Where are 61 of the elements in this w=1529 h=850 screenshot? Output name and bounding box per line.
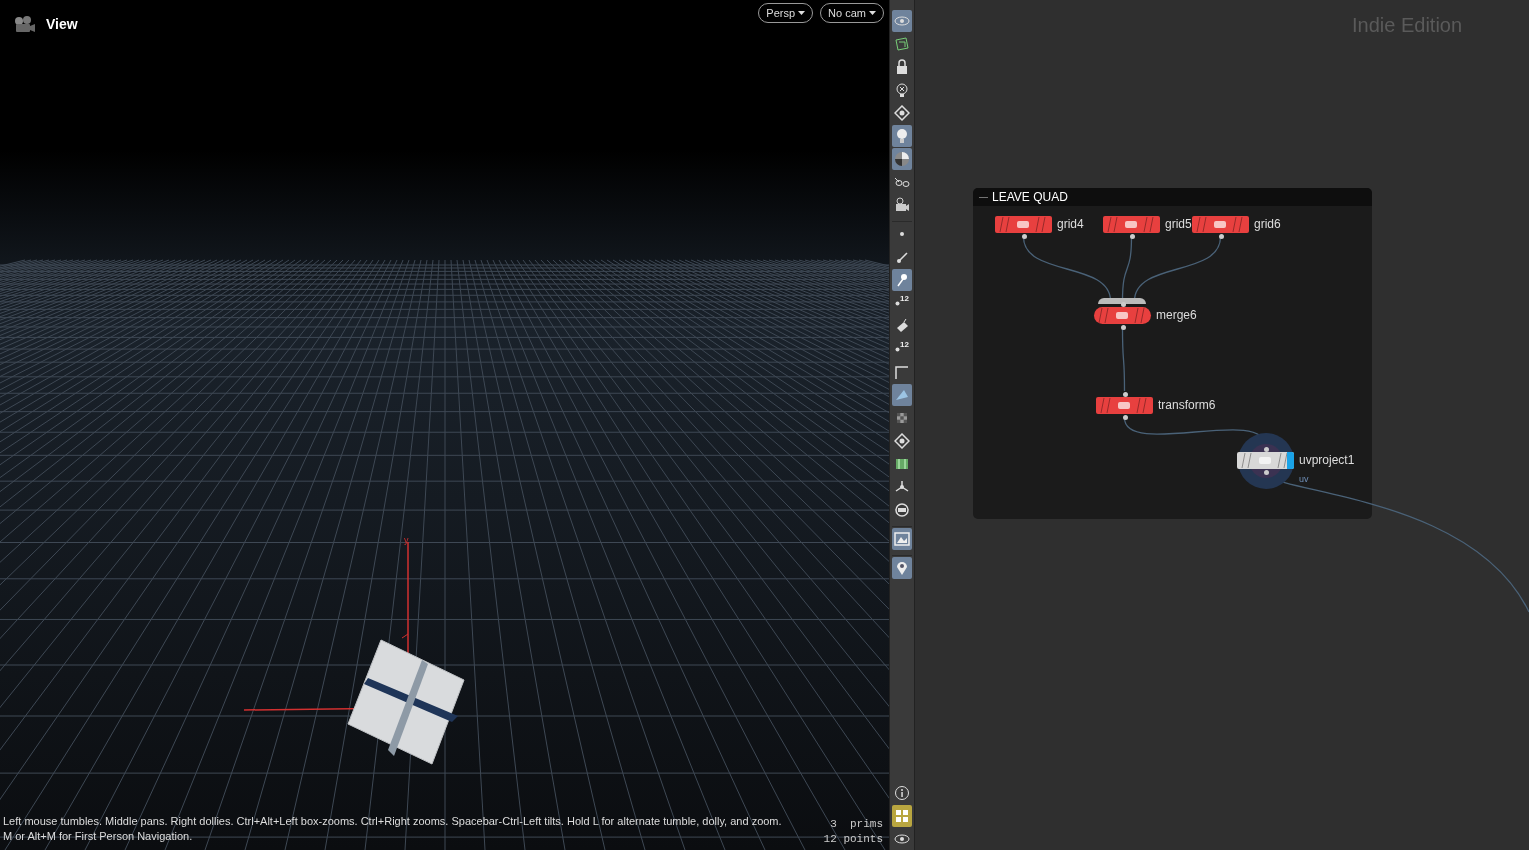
lock-icon: [894, 59, 910, 75]
network-node[interactable]: [1192, 216, 1249, 233]
diamond-button[interactable]: [892, 430, 912, 452]
view-menu[interactable]: No cam: [820, 3, 884, 23]
camera-icon: [894, 197, 910, 213]
view-menu[interactable]: Persp: [758, 3, 814, 23]
grid-button[interactable]: [892, 805, 912, 827]
location-marker-icon: [894, 560, 910, 576]
corner-icon: [894, 364, 910, 380]
navigation-hint: Left mouse tumbles. Middle pans. Right dollies. Ctrl+Alt+Left box-zooms. Ctrl+Right zooms. Spacebar-Ctrl-Left tilts. Hold L for alternate tumble, dolly, and zoom. M or Alt+M for First Person Navigation.: [3, 814, 783, 844]
point-icon: [895, 300, 901, 306]
network-node[interactable]: [1103, 216, 1160, 233]
shaded-sphere-button[interactable]: [892, 148, 912, 170]
node-label: merge6: [1156, 309, 1197, 321]
network-node[interactable]: [1094, 307, 1151, 324]
node-label: grid6: [1254, 218, 1281, 230]
node-label: transform6: [1158, 399, 1216, 411]
geometry-stat: 12 points: [823, 832, 883, 847]
bulb-icon: [894, 128, 910, 144]
normal-icon: [894, 249, 910, 265]
wire: [1121, 327, 1126, 392]
node-label: uvproject1: [1299, 454, 1355, 466]
node-label: grid5: [1165, 218, 1192, 230]
info-icon: [894, 785, 910, 801]
caret-icon: [798, 11, 806, 15]
bulb-button[interactable]: [892, 125, 912, 147]
grid-icon: [894, 808, 910, 824]
network-node[interactable]: [1096, 397, 1153, 414]
geometry-stat: 3 prims: [830, 817, 883, 832]
numbered-points-button[interactable]: 12: [892, 338, 912, 360]
wireframe-icon: [894, 36, 910, 52]
point-icon: [895, 346, 901, 352]
eye-icon: [894, 831, 910, 847]
picture-button[interactable]: [892, 528, 912, 550]
network-node[interactable]: [1237, 452, 1294, 469]
viewport-title: View: [46, 15, 78, 34]
multi-input-bar: [1098, 298, 1146, 304]
disc-icon: [894, 502, 910, 518]
point-button[interactable]: [892, 269, 912, 291]
location-marker-button[interactable]: [892, 557, 912, 579]
eye-button[interactable]: [892, 10, 912, 32]
network-box-title: LEAVE QUAD: [992, 189, 1068, 206]
node-label: grid4: [1057, 218, 1084, 230]
numbered-points-button[interactable]: 12: [892, 292, 912, 314]
camera-icon[interactable]: [12, 14, 36, 35]
uv-map-icon: [894, 456, 910, 472]
node-sublabel: uv: [1299, 475, 1309, 484]
eye-icon: [894, 13, 910, 29]
collapse-button[interactable]: —: [979, 192, 988, 202]
diamond-button[interactable]: [892, 102, 912, 124]
point-icon: [894, 272, 910, 288]
bulb-icon: [894, 82, 910, 98]
joint-icon: [894, 479, 910, 495]
axis-label: y: [404, 536, 409, 545]
diamond-icon: [894, 433, 910, 449]
diamond-icon: [894, 105, 910, 121]
shaded-sphere-icon: [894, 151, 910, 167]
network-node[interactable]: [995, 216, 1052, 233]
checker-icon: [894, 410, 910, 426]
caret-icon: [869, 11, 876, 15]
picture-icon: [894, 531, 910, 547]
